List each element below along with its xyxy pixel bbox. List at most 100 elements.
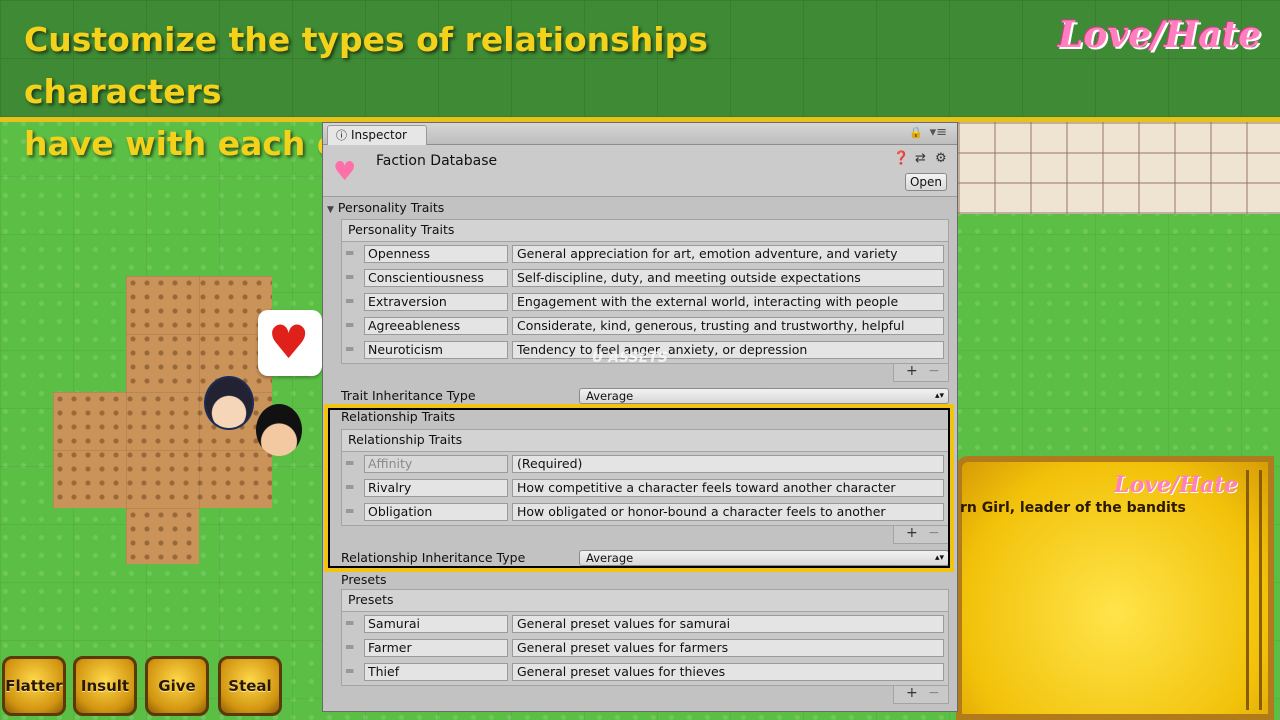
drag-handle-icon[interactable]: ═ [346, 664, 353, 678]
faction-database-icon: ♥ [333, 157, 357, 187]
list-item: ═ Agreeableness Considerate, kind, generou… [342, 314, 948, 338]
trait-description-field[interactable]: Self-discipline, duty, and meeting outsi… [512, 269, 944, 287]
dropdown-arrows-icon: ▴▾ [934, 553, 944, 563]
foldout-presets-label: Presets [341, 572, 387, 587]
flatter-button[interactable]: Flatter [2, 656, 66, 716]
give-button[interactable]: Give [145, 656, 209, 716]
relationship-inheritance-value: Average [586, 551, 634, 565]
list-footer: + − [893, 525, 949, 544]
trait-description-field[interactable]: How obligated or honor-bound a character… [512, 503, 944, 521]
foldout-relationship[interactable]: Relationship Traits [341, 409, 455, 424]
list-item: ═ Thief General preset values for thieves [342, 660, 948, 684]
relationship-inheritance-label: Relationship Inheritance Type [341, 550, 526, 565]
trait-description-field[interactable]: Considerate, kind, generous, trusting an… [512, 317, 944, 335]
dropdown-arrows-icon: ▴▾ [934, 391, 944, 401]
foldout-personality[interactable]: ▼ Personality Traits [327, 200, 444, 215]
drag-handle-icon[interactable]: ═ [346, 342, 353, 356]
menu-icon[interactable]: ▾≡ [930, 125, 947, 140]
steal-button[interactable]: Steal [218, 656, 282, 716]
drag-handle-icon[interactable]: ═ [346, 294, 353, 308]
list-item: ═ Samurai General preset values for samura… [342, 612, 948, 636]
trait-description-field[interactable]: Engagement with the external world, inte… [512, 293, 944, 311]
trait-description-field[interactable]: General appreciation for art, emotion ad… [512, 245, 944, 263]
drag-handle-icon[interactable]: ═ [346, 246, 353, 260]
trait-name-field: Affinity [364, 455, 508, 473]
foldout-arrow-icon: ▼ [327, 205, 334, 215]
foldout-personality-label: Personality Traits [337, 200, 445, 215]
trait-name-field[interactable]: Neuroticism [364, 341, 508, 359]
dirt-patch [126, 276, 272, 392]
dirt-patch [126, 508, 199, 564]
gear-icon[interactable]: ⚙ [935, 151, 947, 166]
drag-handle-icon[interactable]: ═ [346, 504, 353, 518]
list-item: ═ Affinity (Required) [342, 452, 948, 476]
preset-description-field[interactable]: General preset values for farmers [512, 639, 944, 657]
personality-list: Personality Traits ═ Openness General appr… [341, 219, 949, 364]
info-icon: ⓘ [336, 129, 347, 142]
trait-name-field[interactable]: Agreeableness [364, 317, 508, 335]
list-item: ═ Openness General appreciation for art, e… [342, 242, 948, 266]
tab-inspector[interactable]: ⓘ Inspector [327, 125, 427, 145]
trait-description-field: (Required) [512, 455, 944, 473]
trait-description-field[interactable]: How competitive a character feels toward… [512, 479, 944, 497]
asset-header: ♥ Faction Database ❓ ⇄ ⚙ Open [323, 145, 957, 197]
presets-list: Presets ═ Samurai General preset values fo… [341, 589, 949, 686]
dialog-logo: Love/Hate [1114, 472, 1239, 498]
tab-inspector-label: Inspector [351, 128, 407, 142]
list-header: Relationship Traits [342, 430, 948, 452]
trait-inheritance-dropdown[interactable]: Average ▴▾ [579, 388, 949, 404]
inspector-tabbar: ⓘ Inspector 🔒 ▾≡ [323, 123, 957, 145]
drag-handle-icon[interactable]: ═ [346, 640, 353, 654]
remove-item-button[interactable]: − [928, 525, 940, 541]
foldout-presets[interactable]: Presets [341, 572, 387, 587]
watermark: U ASSETS [592, 350, 668, 366]
list-footer: + − [893, 685, 949, 704]
preset-description-field[interactable]: General preset values for thieves [512, 663, 944, 681]
add-item-button[interactable]: + [906, 363, 918, 379]
drag-handle-icon: ═ [346, 456, 354, 470]
preset-name-field[interactable]: Thief [364, 663, 508, 681]
list-header: Personality Traits [342, 220, 948, 242]
foldout-relationship-label: Relationship Traits [341, 409, 456, 424]
preset-name-field[interactable]: Farmer [364, 639, 508, 657]
character-player[interactable] [256, 404, 302, 456]
relationship-inheritance-dropdown[interactable]: Average ▴▾ [579, 550, 949, 566]
inspector-window: ⓘ Inspector 🔒 ▾≡ ♥ Faction Database ❓ ⇄ ⚙… [322, 122, 958, 712]
list-item: ═ Farmer General preset values for farmers [342, 636, 948, 660]
trait-name-field[interactable]: Obligation [364, 503, 508, 521]
help-icon[interactable]: ❓ [893, 151, 909, 166]
dialog-text: rn Girl, leader of the bandits [960, 500, 1186, 516]
drag-handle-icon[interactable]: ═ [346, 318, 353, 332]
heart-icon: ♥ [268, 315, 310, 369]
trait-inheritance-value: Average [586, 389, 634, 403]
lock-icon[interactable]: 🔒 [909, 126, 923, 139]
presets-icon[interactable]: ⇄ [915, 151, 926, 166]
dialog-scrollbar[interactable] [1246, 470, 1262, 710]
remove-item-button[interactable]: − [928, 363, 940, 379]
trait-name-field[interactable]: Extraversion [364, 293, 508, 311]
trait-name-field[interactable]: Rivalry [364, 479, 508, 497]
list-footer: + − [893, 363, 949, 382]
relationship-list: Relationship Traits ═ Affinity (Required) … [341, 429, 949, 526]
list-item: ═ Extraversion Engagement with the externa… [342, 290, 948, 314]
add-item-button[interactable]: + [906, 525, 918, 541]
trait-name-field[interactable]: Openness [364, 245, 508, 263]
character-police[interactable] [204, 376, 254, 430]
stone-floor [958, 122, 1280, 214]
list-item: ═ Conscientiousness Self-discipline, duty,… [342, 266, 948, 290]
drag-handle-icon[interactable]: ═ [346, 480, 353, 494]
preset-description-field[interactable]: General preset values for samurai [512, 615, 944, 633]
list-item: ═ Rivalry How competitive a character feel… [342, 476, 948, 500]
love-hate-logo: Love/Hate [1058, 14, 1262, 56]
list-header: Presets [342, 590, 948, 612]
remove-item-button[interactable]: − [928, 685, 940, 701]
open-button[interactable]: Open [905, 173, 947, 191]
drag-handle-icon[interactable]: ═ [346, 270, 353, 284]
drag-handle-icon[interactable]: ═ [346, 616, 353, 630]
preset-name-field[interactable]: Samurai [364, 615, 508, 633]
trait-name-field[interactable]: Conscientiousness [364, 269, 508, 287]
trait-description-field[interactable]: Tendency to feel anger, anxiety, or depr… [512, 341, 944, 359]
add-item-button[interactable]: + [906, 685, 918, 701]
list-item: ═ Obligation How obligated or honor-bound … [342, 500, 948, 524]
insult-button[interactable]: Insult [73, 656, 137, 716]
